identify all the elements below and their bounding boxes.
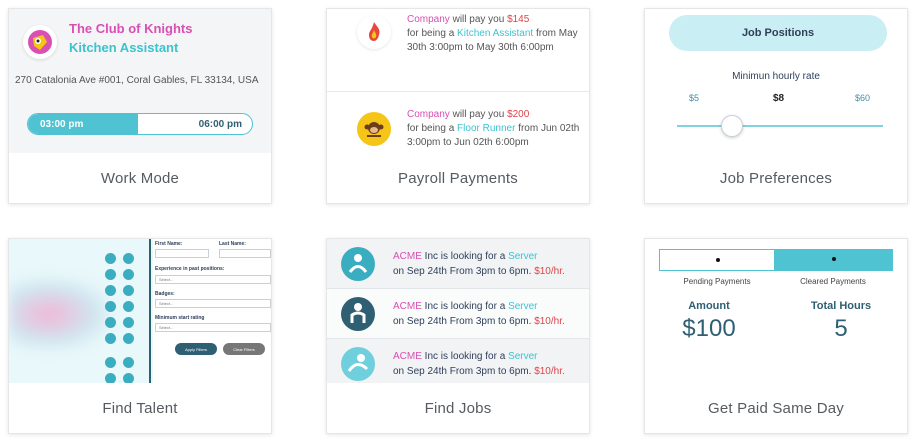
talent-avatar[interactable] — [123, 317, 134, 328]
card-caption: Job Preferences — [645, 153, 907, 203]
job-listing[interactable]: ACME Inc is looking for a Server on Sep … — [327, 339, 589, 385]
payroll-preview: Company will pay you $145 for being a Ki… — [327, 9, 589, 155]
rating-label: Minimum start rating — [155, 315, 205, 321]
job-role: Kitchen Assistant — [69, 40, 179, 55]
shift-end-time: 06:00 pm — [198, 119, 242, 130]
company-logo-icon — [23, 25, 57, 59]
pending-payments-label: Pending Payments — [683, 277, 751, 286]
job-listing[interactable]: ACME Inc is looking for a Server on Sep … — [327, 289, 589, 339]
job-address: 270 Catalonia Ave #001, Coral Gables, FL… — [15, 75, 259, 86]
cleared-payments-label: Cleared Payments — [800, 277, 866, 286]
talent-avatar[interactable] — [105, 285, 116, 296]
talent-avatar[interactable] — [105, 253, 116, 264]
job-preferences-card[interactable]: Job Positions Minimun hourly rate $5 $8 … — [644, 8, 908, 204]
talent-avatar[interactable] — [105, 357, 116, 368]
card-caption: Work Mode — [9, 153, 271, 203]
talent-avatar[interactable] — [105, 269, 116, 280]
job-person-icon — [341, 297, 375, 331]
cleared-payments-tab[interactable] — [775, 249, 893, 271]
shift-start-time: 03:00 pm — [40, 119, 84, 130]
panel-divider — [149, 239, 151, 385]
last-name-field[interactable] — [219, 249, 271, 258]
find-jobs-preview: ACME Inc is looking for a Server on Sep … — [327, 239, 589, 385]
company-monkey-logo-icon — [357, 112, 391, 146]
rate-slider-track[interactable] — [677, 125, 883, 127]
apply-filters-button[interactable]: Apply Filters — [175, 343, 217, 355]
total-hours-value: 5 — [834, 315, 848, 342]
payroll-payments-card[interactable]: Company will pay you $145 for being a Ki… — [326, 8, 590, 204]
last-name-label: Last Name: — [219, 241, 246, 247]
talent-filter-panel: First Name: Last Name: Experience in pas… — [153, 239, 271, 385]
badges-label: Badges: — [155, 291, 175, 297]
job-positions-button[interactable]: Job Positions — [669, 15, 887, 51]
find-talent-card[interactable]: First Name: Last Name: Experience in pas… — [8, 238, 272, 434]
rate-slider-handle[interactable] — [721, 115, 743, 137]
work-mode-preview: The Club of Knights Kitchen Assistant 27… — [9, 9, 271, 155]
company-flame-logo-icon — [357, 15, 391, 49]
pending-payments-tab[interactable] — [659, 249, 775, 271]
talent-avatar[interactable] — [123, 285, 134, 296]
payment-item: Company will pay you $145 for being a Ki… — [327, 9, 589, 81]
first-name-label: First Name: — [155, 241, 183, 247]
card-caption: Get Paid Same Day — [645, 383, 907, 433]
job-text: ACME Inc is looking for a Server on Sep … — [393, 251, 565, 277]
rate-max: $60 — [855, 93, 871, 103]
talent-avatar[interactable] — [123, 333, 134, 344]
find-talent-preview: First Name: Last Name: Experience in pas… — [9, 239, 271, 385]
job-person-icon — [341, 247, 375, 281]
rate-min: $5 — [689, 93, 700, 103]
talent-avatar[interactable] — [105, 301, 116, 312]
rating-select[interactable]: Select... — [155, 323, 271, 332]
job-listing[interactable]: ACME Inc is looking for a Server on Sep … — [327, 239, 589, 289]
payment-text: Company will pay you $200 for being a Fl… — [407, 109, 580, 148]
get-paid-card[interactable]: Pending Payments Cleared Payments Amount… — [644, 238, 908, 434]
talent-avatar[interactable] — [123, 269, 134, 280]
experience-label: Experience in past positions: — [155, 266, 225, 272]
card-caption: Payroll Payments — [327, 153, 589, 203]
company-name: The Club of Knights — [69, 21, 193, 36]
job-text: ACME Inc is looking for a Server on Sep … — [393, 301, 565, 327]
amount-label: Amount — [688, 300, 730, 312]
badges-select[interactable]: Select... — [155, 299, 271, 308]
talent-avatar[interactable] — [123, 301, 134, 312]
payment-item: Company will pay you $200 for being a Fl… — [327, 91, 589, 155]
experience-select[interactable]: Select... — [155, 275, 271, 284]
talent-avatar[interactable] — [105, 317, 116, 328]
payment-text: Company will pay you $145 for being a Ki… — [407, 14, 578, 53]
get-paid-preview: Pending Payments Cleared Payments Amount… — [645, 239, 907, 385]
total-hours-label: Total Hours — [810, 300, 872, 312]
job-text: ACME Inc is looking for a Server on Sep … — [393, 351, 565, 377]
rate-current: $8 — [773, 93, 785, 104]
job-preferences-preview: Job Positions Minimun hourly rate $5 $8 … — [645, 9, 907, 155]
talent-avatar[interactable] — [123, 253, 134, 264]
talent-avatar[interactable] — [105, 333, 116, 344]
amount-value: $100 — [682, 315, 736, 342]
talent-avatar[interactable] — [123, 357, 134, 368]
shift-time-bar: 03:00 pm 06:00 pm — [27, 113, 253, 135]
clear-filters-button[interactable]: Clear Filters — [223, 343, 265, 355]
card-caption: Find Jobs — [327, 383, 589, 433]
first-name-field[interactable] — [155, 249, 209, 258]
job-person-icon — [341, 347, 375, 381]
blurred-map — [9, 279, 109, 349]
rate-label: Minimun hourly rate — [732, 71, 820, 82]
card-caption: Find Talent — [9, 383, 271, 433]
work-mode-card[interactable]: The Club of Knights Kitchen Assistant 27… — [8, 8, 272, 204]
find-jobs-card[interactable]: ACME Inc is looking for a Server on Sep … — [326, 238, 590, 434]
